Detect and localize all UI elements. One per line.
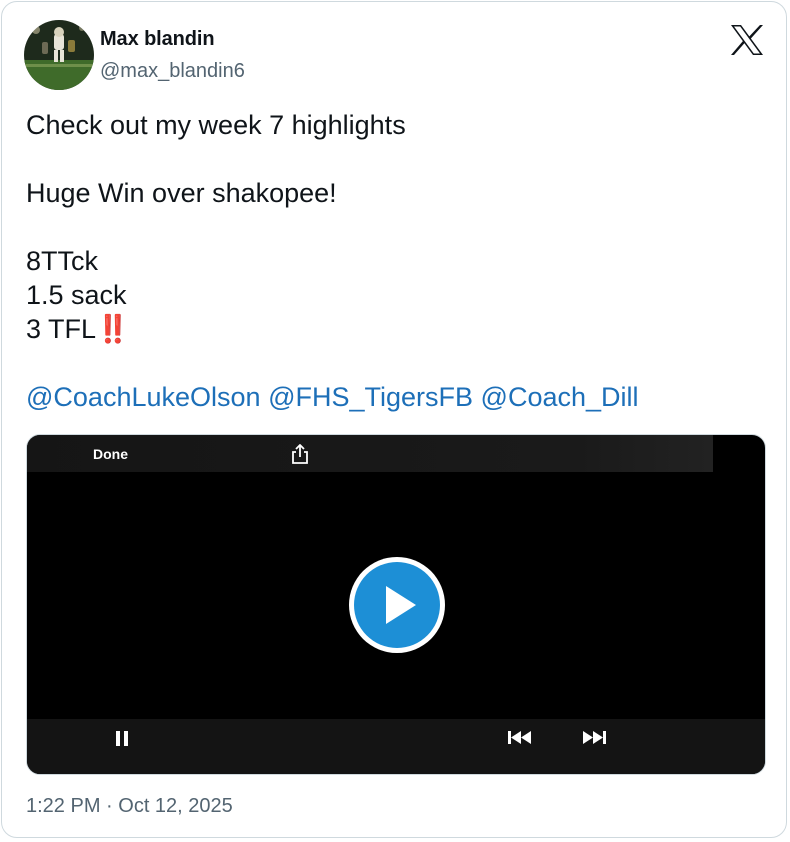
mention-link[interactable]: @FHS_TigersFB (268, 382, 473, 412)
play-icon (386, 586, 416, 624)
mentions-row: @CoachLukeOlson @FHS_TigersFB @Coach_Dil… (26, 380, 766, 414)
tweet-line: 3 TFL‼️ (26, 312, 766, 346)
author-display-name[interactable]: Max blandin (100, 28, 215, 51)
video-player[interactable]: Done (26, 434, 766, 775)
author-handle[interactable]: @max_blandin6 (100, 60, 245, 83)
avatar[interactable] (24, 20, 94, 90)
player-top-bar: Done (27, 435, 713, 472)
play-button[interactable] (349, 557, 445, 653)
done-button[interactable]: Done (93, 446, 128, 462)
tweet-line: Check out my week 7 highlights (26, 110, 406, 140)
tweet-line: Huge Win over shakopee! (26, 178, 337, 208)
tweet-body: Check out my week 7 highlights Huge Win … (26, 108, 766, 414)
mention-link[interactable]: @Coach_Dill (481, 382, 639, 412)
tweet-card: Max blandin @max_blandin6 Check out my w… (1, 1, 787, 838)
double-exclamation-emoji: ‼️ (96, 314, 130, 344)
tweet-timestamp[interactable]: 1:22 PM · Oct 12, 2025 (26, 795, 233, 818)
fast-forward-icon[interactable] (581, 729, 607, 747)
x-logo-icon[interactable] (730, 24, 764, 56)
share-icon[interactable] (289, 442, 311, 466)
mention-link[interactable]: @CoachLukeOlson (26, 382, 261, 412)
rewind-icon[interactable] (507, 729, 533, 747)
player-controls-bar (27, 719, 765, 774)
pause-icon[interactable] (113, 729, 131, 749)
tweet-line-text: 3 TFL (26, 314, 97, 344)
tweet-line: 1.5 sack (26, 280, 127, 310)
tweet-line: 8TTck (26, 246, 99, 276)
